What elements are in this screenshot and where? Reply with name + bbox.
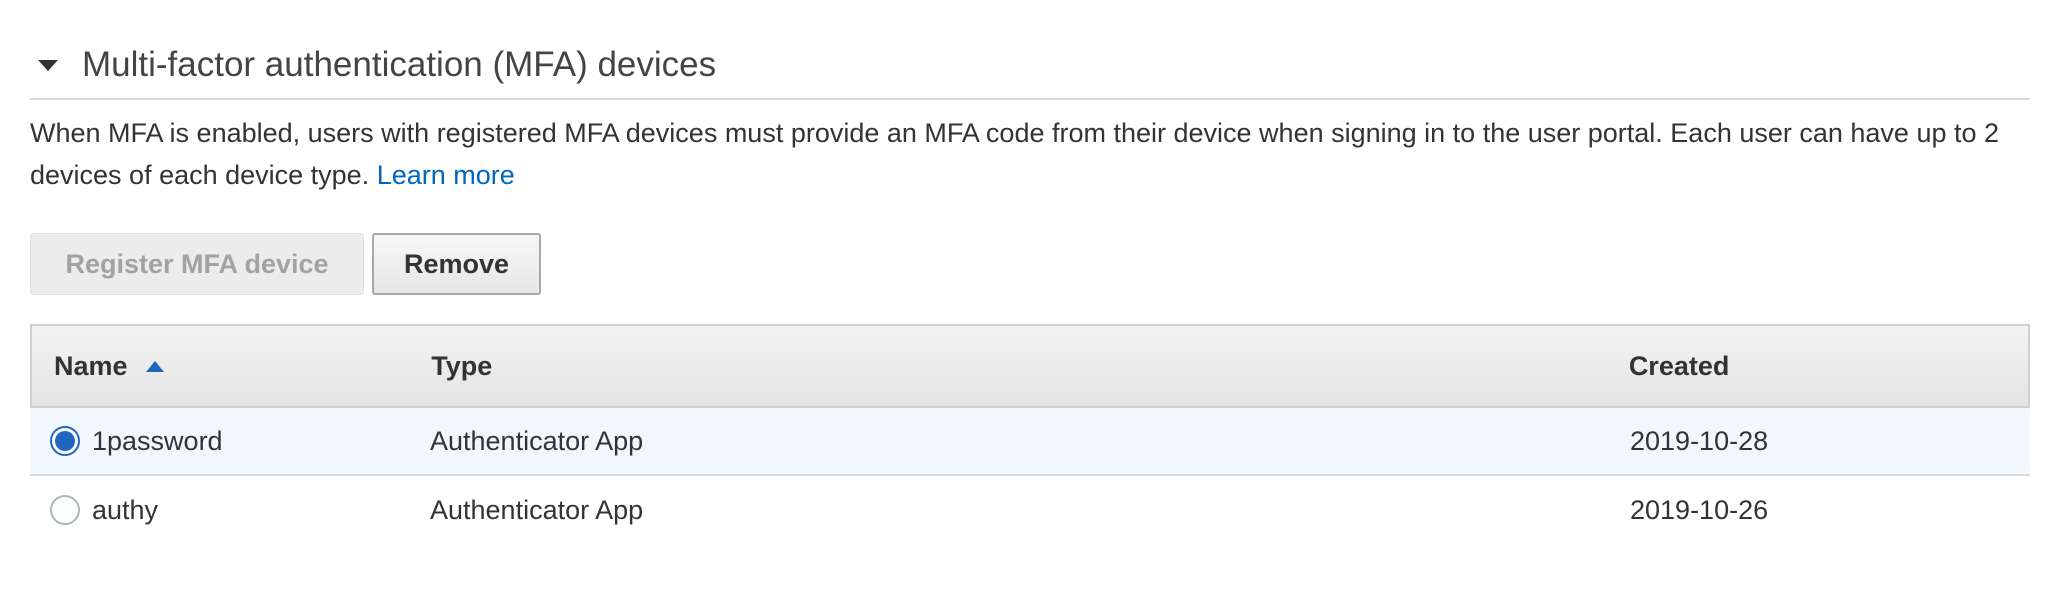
cell-created: 2019-10-28 [1630,425,1769,456]
radio-dot-icon [55,431,75,451]
cell-name: authy [30,495,430,526]
table-header: Name Type Created [30,324,2030,408]
remove-button[interactable]: Remove [372,233,541,295]
mfa-devices-table: Name Type Created 1password Authenticato… [30,324,2030,544]
register-mfa-device-button[interactable]: Register MFA device [30,233,364,295]
description-text: When MFA is enabled, users with register… [30,118,2000,190]
column-header-type[interactable]: Type [431,351,1629,382]
section-description: When MFA is enabled, users with register… [30,112,2030,196]
action-buttons: Register MFA device Remove [30,233,541,295]
cell-type: Authenticator App [430,425,644,456]
column-header-created[interactable]: Created [1629,351,2028,382]
table-row[interactable]: 1password Authenticator App 2019-10-28 [30,408,2030,476]
cell-name: 1password [30,426,430,457]
caret-down-icon[interactable] [38,59,58,71]
device-name: 1password [92,425,223,456]
column-header-name-label: Name [54,350,128,381]
cell-type: Authenticator App [430,494,644,525]
device-name: authy [92,494,159,525]
row-radio-button[interactable] [50,426,80,456]
section-title: Multi-factor authentication (MFA) device… [82,44,717,84]
learn-more-link[interactable]: Learn more [377,160,515,190]
row-radio-button[interactable] [50,495,80,525]
sort-ascending-icon[interactable] [145,360,164,372]
section-header[interactable]: Multi-factor authentication (MFA) device… [30,30,2030,100]
table-row[interactable]: authy Authenticator App 2019-10-26 [30,476,2030,544]
column-header-name[interactable]: Name [32,351,431,382]
cell-created: 2019-10-26 [1630,494,1769,525]
mfa-devices-section: Multi-factor authentication (MFA) device… [30,30,2030,525]
